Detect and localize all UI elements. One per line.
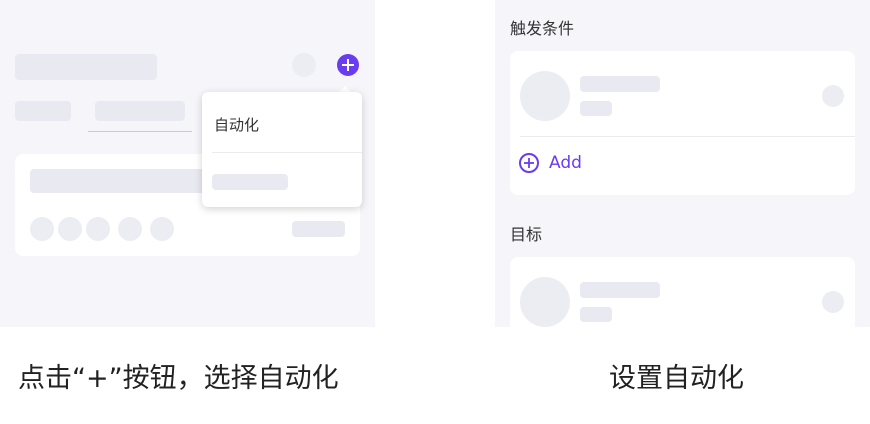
trigger-action-placeholder[interactable] — [822, 85, 844, 107]
trigger-icon-placeholder — [520, 71, 570, 121]
left-screenshot-panel: 自动化 — [0, 0, 375, 327]
add-plus-button[interactable] — [337, 54, 359, 76]
card-title-placeholder — [30, 169, 210, 193]
header-title-placeholder — [15, 54, 157, 80]
add-popup-menu: 自动化 — [202, 92, 362, 207]
target-title-placeholder — [580, 282, 660, 298]
right-caption: 设置自动化 — [609, 363, 744, 394]
card-chip-5 — [150, 217, 174, 241]
trigger-card: Add — [510, 51, 855, 195]
target-card — [510, 257, 855, 327]
target-subtitle-placeholder — [580, 307, 612, 322]
card-chip-2 — [58, 217, 82, 241]
add-label: Add — [549, 153, 582, 173]
trigger-section-title: 触发条件 — [510, 19, 575, 38]
add-trigger-button[interactable]: Add — [519, 153, 582, 173]
menu-item-automation[interactable]: 自动化 — [214, 114, 259, 135]
trigger-divider — [520, 136, 855, 137]
card-chip-4 — [118, 217, 142, 241]
active-tab-underline — [88, 131, 192, 132]
target-icon-placeholder — [520, 277, 570, 327]
plus-icon — [342, 59, 354, 71]
menu-item-placeholder[interactable] — [212, 174, 288, 190]
card-status-placeholder — [292, 221, 345, 237]
target-section-title: 目标 — [510, 225, 543, 244]
left-caption: 点击“+”按钮，选择自动化 — [18, 363, 339, 394]
target-action-placeholder[interactable] — [822, 291, 844, 313]
plus-circle-icon — [519, 153, 539, 173]
menu-divider — [212, 152, 362, 153]
card-chip-3 — [86, 217, 110, 241]
trigger-subtitle-placeholder — [580, 101, 612, 116]
tab-placeholder-2[interactable] — [95, 101, 185, 121]
header-avatar-placeholder — [292, 53, 316, 77]
right-screenshot-panel: 触发条件 Add 目标 — [495, 0, 870, 327]
tab-placeholder-1[interactable] — [15, 101, 71, 121]
card-chip-1 — [30, 217, 54, 241]
trigger-title-placeholder — [580, 76, 660, 92]
